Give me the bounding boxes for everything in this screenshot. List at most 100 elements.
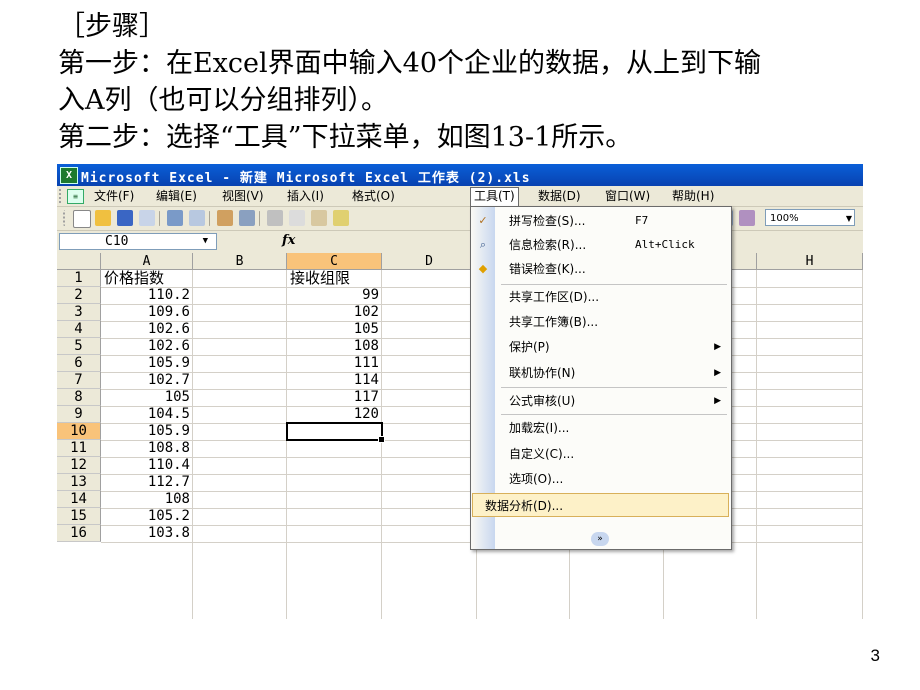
column-header-d[interactable]: D [382,253,477,270]
cell-a16[interactable]: 103.8 [104,525,190,542]
expand-menu-icon[interactable]: » [591,532,609,546]
menu-item-label: 选项(O)... [509,472,564,486]
menu-item-d-3[interactable]: 共享工作区(D)... [495,285,729,309]
row-header-12[interactable]: 12 [57,457,101,474]
cell-a9[interactable]: 104.5 [104,406,190,423]
standard-toolbar: 100% ▼ [57,207,863,231]
menu-data[interactable]: 数据(D) [535,188,584,204]
cell-a12[interactable]: 110.4 [104,457,190,474]
row-header-15[interactable]: 15 [57,508,101,525]
column-header-h[interactable]: H [757,253,863,270]
cell-a11[interactable]: 108.8 [104,440,190,457]
menu-item-d-11[interactable]: 数据分析(D)... [472,493,729,517]
new-icon[interactable] [73,210,91,228]
grip-handle[interactable] [59,189,64,203]
spelling-icon[interactable] [217,210,233,226]
column-header-b[interactable]: B [193,253,287,270]
cell-c9[interactable]: 120 [290,406,379,423]
permission-icon[interactable] [139,210,155,226]
format-painter-icon[interactable] [333,210,349,226]
cell-c8[interactable]: 117 [290,389,379,406]
row-header-16[interactable]: 16 [57,525,101,542]
cell-c6[interactable]: 111 [290,355,379,372]
menu-help[interactable]: 帮助(H) [669,188,717,204]
save-icon[interactable] [117,210,133,226]
cell-a3[interactable]: 109.6 [104,304,190,321]
menu-item-i-8[interactable]: 加载宏(I)... [495,416,729,440]
menu-item-b-4[interactable]: 共享工作簿(B)... [495,310,729,334]
tools-dropdown-menu: » 拼写检查(S)... F7 ✓ 信息检索(R)... Alt+Click ⌕ 错误检查(… [470,206,732,550]
cell-c3[interactable]: 102 [290,304,379,321]
cell-c2[interactable]: 99 [290,287,379,304]
cell-a1[interactable]: 价格指数 [104,270,190,287]
paste-icon[interactable] [311,210,327,226]
grid-column-line [862,270,863,619]
menu-item-c-9[interactable]: 自定义(C)... [495,442,729,466]
cell-a8[interactable]: 105 [104,389,190,406]
menu-item-o-10[interactable]: 选项(O)... [495,467,729,491]
cell-c4[interactable]: 105 [290,321,379,338]
menu-tools[interactable]: 工具(T) [470,187,519,206]
menu-item-u-7[interactable]: 公式审核(U) ▶ [495,389,729,413]
menu-view[interactable]: 视图(V) [219,188,267,204]
row-header-13[interactable]: 13 [57,474,101,491]
cell-a10[interactable]: 105.9 [104,423,190,440]
menu-item-label: 共享工作区(D)... [509,290,600,304]
column-header-c[interactable]: C [287,253,382,270]
fx-icon[interactable]: fx [282,233,295,248]
cell-c5[interactable]: 108 [290,338,379,355]
worksheet-grid[interactable]: ABCDEFGH12345678910111213141516价格指数110.2… [57,253,863,619]
cell-c7[interactable]: 114 [290,372,379,389]
column-header-a[interactable]: A [101,253,193,270]
row-header-3[interactable]: 3 [57,304,101,321]
print-icon[interactable] [167,210,183,226]
menu-format[interactable]: 格式(O) [349,188,398,204]
cell-a14[interactable]: 108 [104,491,190,508]
cell-a6[interactable]: 105.9 [104,355,190,372]
help-icon[interactable] [739,210,755,226]
research-icon[interactable] [239,210,255,226]
menu-insert[interactable]: 插入(I) [284,188,327,204]
cell-a4[interactable]: 102.6 [104,321,190,338]
row-header-9[interactable]: 9 [57,406,101,423]
row-header-5[interactable]: 5 [57,338,101,355]
error-check-icon: ◆ [478,262,488,275]
row-header-1[interactable]: 1 [57,270,101,287]
zoom-select[interactable]: 100% ▼ [765,209,855,226]
row-header-7[interactable]: 7 [57,372,101,389]
cell-a7[interactable]: 102.7 [104,372,190,389]
cell-a15[interactable]: 105.2 [104,508,190,525]
cell-a13[interactable]: 112.7 [104,474,190,491]
active-cell-selection[interactable] [286,422,385,443]
chevron-down-icon[interactable]: ▼ [203,233,208,249]
copy-icon[interactable] [289,210,305,226]
row-header-2[interactable]: 2 [57,287,101,304]
cell-a2[interactable]: 110.2 [104,287,190,304]
cut-icon[interactable] [267,210,283,226]
name-box[interactable]: C10 ▼ [59,233,217,250]
cell-c1[interactable]: 接收组限 [290,270,379,287]
row-header-4[interactable]: 4 [57,321,101,338]
fill-handle[interactable] [378,436,385,443]
open-icon[interactable] [95,210,111,226]
menu-item-s-0[interactable]: 拼写检查(S)... F7 [495,209,729,233]
row-header-6[interactable]: 6 [57,355,101,372]
row-header-10[interactable]: 10 [57,423,101,440]
menu-item-r-1[interactable]: 信息检索(R)... Alt+Click [495,233,729,257]
menu-edit[interactable]: 编辑(E) [153,188,200,204]
print-preview-icon[interactable] [189,210,205,226]
row-header-14[interactable]: 14 [57,491,101,508]
menu-item-n-6[interactable]: 联机协作(N) ▶ [495,361,729,385]
cell-a5[interactable]: 102.6 [104,338,190,355]
excel-icon[interactable]: X [60,167,78,184]
menu-window[interactable]: 窗口(W) [602,188,653,204]
menu-file[interactable]: 文件(F) [91,188,137,204]
chevron-down-icon[interactable]: ▼ [846,210,852,227]
toolbar-grip[interactable] [63,210,68,226]
row-header-11[interactable]: 11 [57,440,101,457]
menu-item-k-2[interactable]: 错误检查(K)... [495,257,729,281]
workbook-icon[interactable]: ≡ [67,189,84,204]
menu-item-p-5[interactable]: 保护(P) ▶ [495,335,729,359]
row-header-8[interactable]: 8 [57,389,101,406]
select-all-corner[interactable] [57,253,101,270]
